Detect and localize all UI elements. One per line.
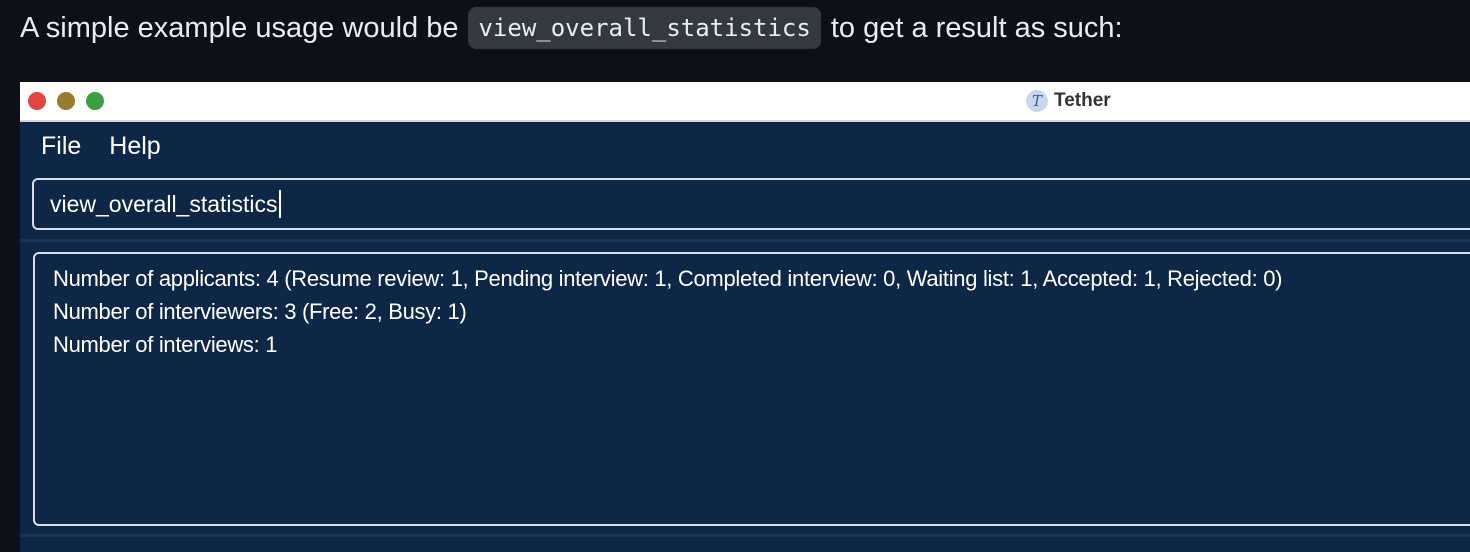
menu-file[interactable]: File <box>41 132 81 161</box>
split-divider-top[interactable] <box>20 239 1470 242</box>
menu-help[interactable]: Help <box>109 132 160 161</box>
intro-text-after: to get a result as such: <box>830 11 1123 44</box>
close-window-button[interactable] <box>28 92 46 110</box>
minimize-window-button[interactable] <box>57 92 75 110</box>
result-line-interviewers: Number of interviewers: 3 (Free: 2, Busy… <box>53 299 467 324</box>
command-input[interactable]: view_overall_statistics <box>32 178 1470 230</box>
command-input-text: view_overall_statistics <box>50 190 278 217</box>
text-caret <box>278 190 281 218</box>
result-line-applicants: Number of applicants: 4 (Resume review: … <box>53 266 1283 291</box>
window-title-text: Tether <box>1054 90 1111 111</box>
window-title: T Tether <box>1026 89 1111 113</box>
menu-bar: File Help <box>20 122 1470 170</box>
result-display: Number of applicants: 4 (Resume review: … <box>33 252 1470 526</box>
intro-sentence: A simple example usage would be view_ove… <box>20 6 1123 50</box>
app-window: T Tether File Help view_overall_statisti… <box>20 82 1470 552</box>
title-bar: T Tether <box>20 82 1470 122</box>
inline-code-command: view_overall_statistics <box>468 7 821 49</box>
intro-text-before: A simple example usage would be <box>20 11 459 44</box>
maximize-window-button[interactable] <box>86 92 104 110</box>
tether-app-icon: T <box>1026 90 1048 112</box>
split-divider-bottom[interactable] <box>20 534 1470 537</box>
result-line-interviews: Number of interviews: 1 <box>53 332 278 357</box>
